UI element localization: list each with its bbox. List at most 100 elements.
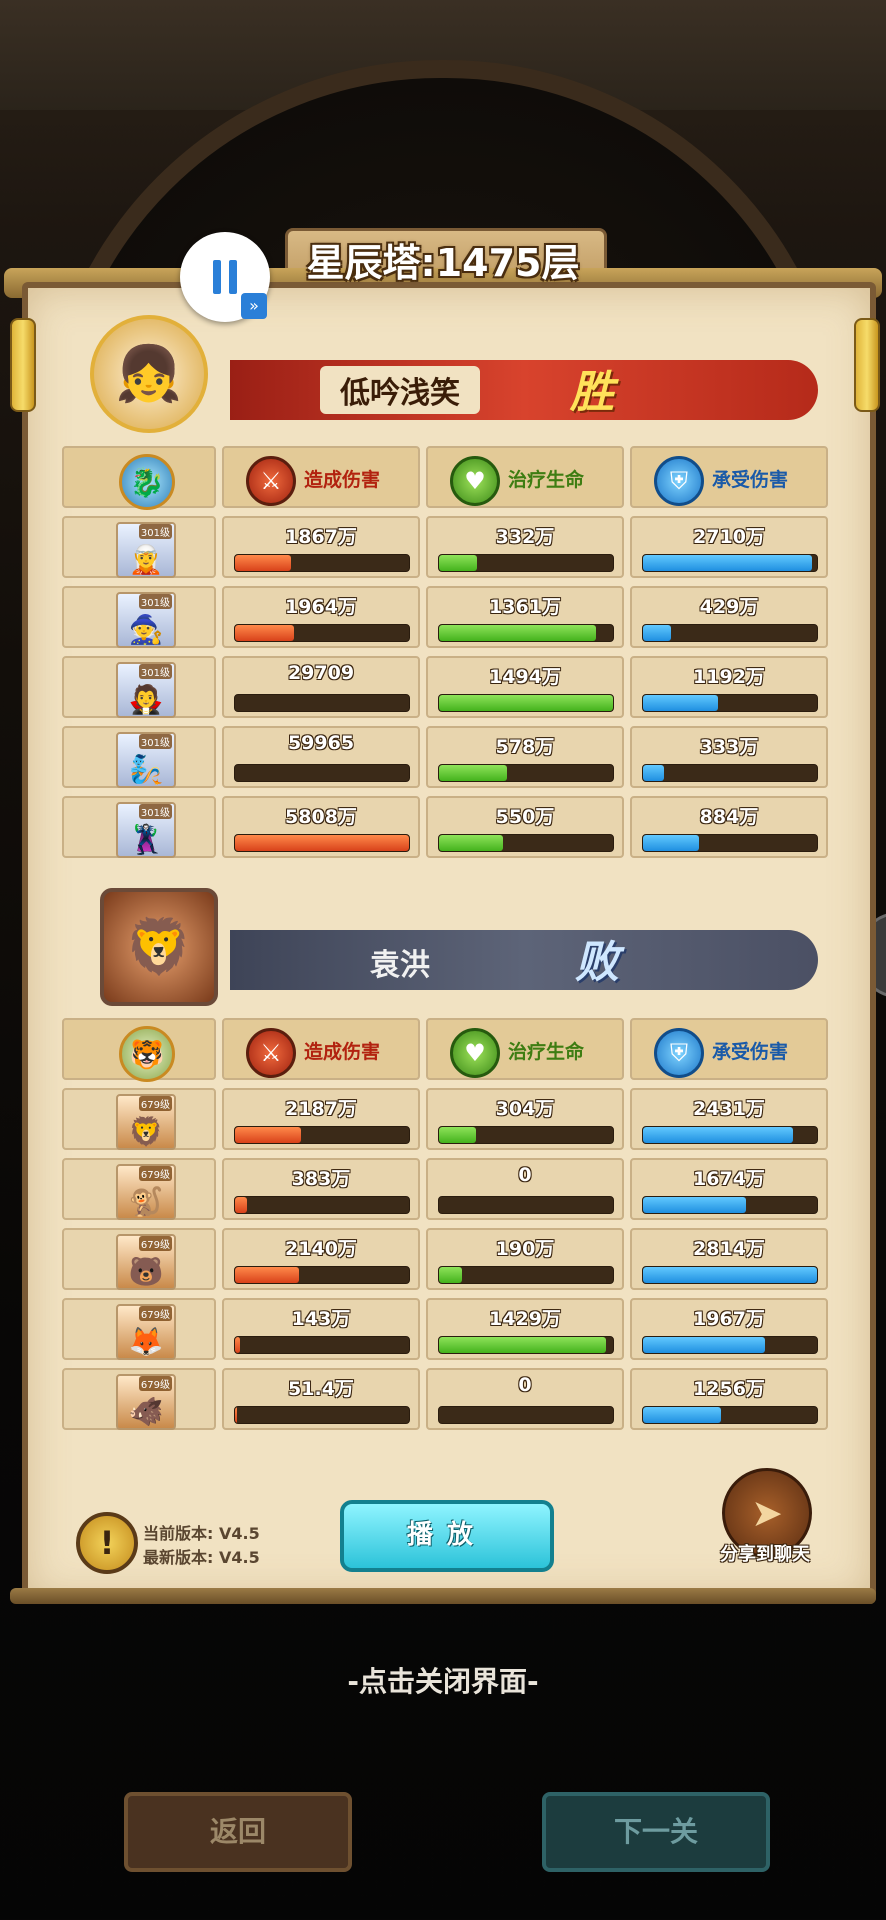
page-title: 星辰塔:1475层 [306, 241, 580, 285]
hero-level: 679级 [138, 1236, 172, 1251]
stat-bar-fill [643, 1197, 746, 1213]
stat-bar-fill [643, 625, 671, 641]
stat-cell-taken: 429万 [630, 586, 828, 648]
close-hint[interactable]: -点击关闭界面- [0, 1660, 886, 1700]
stat-bar-track [234, 694, 410, 712]
winner-avatar: 👧 [90, 315, 208, 433]
stat-bar-fill [235, 1337, 241, 1353]
stat-cell-damage: 1867万 [222, 516, 420, 578]
stat-bar-track [234, 1266, 410, 1284]
stat-bar-track [642, 1336, 818, 1354]
hero-avatar[interactable]: 🐒 679级 [116, 1164, 176, 1220]
stat-value: 143万 [291, 1308, 351, 1330]
rod-cap-right [854, 318, 880, 412]
stat-value: 0 [518, 1164, 532, 1186]
stat-bar-track [642, 554, 818, 572]
stat-bar-track [642, 834, 818, 852]
stat-cell-damage: 59965 [222, 726, 420, 788]
stat-value: 304万 [495, 1098, 555, 1120]
hero-avatar[interactable]: 🦁 679级 [116, 1094, 176, 1150]
stat-cell-damage: 383万 [222, 1158, 420, 1220]
stat-bar-track [642, 1126, 818, 1144]
hero-avatar[interactable]: 🐗 679级 [116, 1374, 176, 1430]
stat-cell-damage: 143万 [222, 1298, 420, 1360]
stat-bar-track [234, 1406, 410, 1424]
stat-value: 578万 [495, 736, 555, 758]
column-header-damage: ⚔ 造成伤害 [222, 446, 420, 508]
stat-bar-track [438, 834, 614, 852]
rod-cap-left [10, 318, 36, 412]
stat-cell-taken: 2431万 [630, 1088, 828, 1150]
hero-avatar[interactable]: 🧞 301级 [116, 732, 176, 788]
stat-bar-track [642, 624, 818, 642]
column-label: 治疗生命 [508, 469, 585, 491]
hero-avatar[interactable]: 🦊 679级 [116, 1304, 176, 1360]
fast-forward-icon[interactable]: » [241, 293, 267, 319]
stat-bar-track [438, 1266, 614, 1284]
stat-value: 884万 [699, 806, 759, 828]
lose-result: 败 [575, 937, 619, 988]
stat-value: 383万 [291, 1168, 351, 1190]
share-label: 分享到聊天 [720, 1544, 810, 1565]
hero-avatar[interactable]: 🧛 301级 [116, 662, 176, 718]
stat-bar-fill [235, 625, 295, 641]
winner-name: 低吟浅笑 [320, 366, 480, 414]
hero-cell: 🧛 301级 [62, 656, 216, 718]
stat-bar-fill [439, 835, 504, 851]
paper-plane-icon: ➤ [751, 1491, 783, 1535]
stat-value: 1192万 [693, 666, 765, 688]
stat-bar-fill [439, 625, 596, 641]
play-button[interactable]: 播放 [340, 1500, 554, 1572]
info-icon[interactable]: ! [76, 1512, 138, 1574]
stat-cell-heal: 578万 [426, 726, 624, 788]
hero-avatar[interactable]: 🐻 679级 [116, 1234, 176, 1290]
loser-banner [230, 930, 818, 990]
stat-value: 2431万 [693, 1098, 765, 1120]
heart-plus-icon: ♥ [450, 1028, 500, 1078]
stat-bar-fill [439, 1127, 476, 1143]
stat-cell-heal: 550万 [426, 796, 624, 858]
stat-value: 333万 [699, 736, 759, 758]
next-level-button[interactable]: 下一关 [542, 1792, 770, 1872]
column-label: 治疗生命 [508, 1041, 585, 1063]
team-icon-cell: 🐯 [62, 1018, 216, 1082]
hero-cell: 🦹 301级 [62, 796, 216, 858]
stat-bar-fill [643, 695, 718, 711]
hero-level: 301级 [138, 524, 172, 539]
hero-level: 301级 [138, 594, 172, 609]
stat-value: 1674万 [693, 1168, 765, 1190]
stat-bar-track [438, 1406, 614, 1424]
back-button[interactable]: 返回 [124, 1792, 352, 1872]
hero-avatar[interactable]: 🦹 301级 [116, 802, 176, 858]
stat-cell-heal: 0 [426, 1158, 624, 1220]
stat-cell-taken: 884万 [630, 796, 828, 858]
hero-avatar[interactable]: 🧙 301级 [116, 592, 176, 648]
hero-cell: 🧞 301级 [62, 726, 216, 788]
stat-value: 1867万 [285, 526, 357, 548]
stat-value: 5808万 [285, 806, 357, 828]
stat-bar-track [438, 694, 614, 712]
stat-cell-heal: 304万 [426, 1088, 624, 1150]
hero-cell: 🐒 679级 [62, 1158, 216, 1220]
stat-value: 2710万 [693, 526, 765, 548]
stat-bar-fill [439, 695, 613, 711]
stat-bar-fill [439, 1337, 607, 1353]
stat-cell-taken: 2814万 [630, 1228, 828, 1290]
stat-bar-track [234, 764, 410, 782]
column-label: 造成伤害 [304, 469, 381, 491]
stat-bar-fill [643, 1127, 793, 1143]
stat-bar-track [234, 554, 410, 572]
stat-bar-fill [643, 1407, 722, 1423]
hero-level: 301级 [138, 664, 172, 679]
stat-bar-fill [643, 1267, 817, 1283]
hero-avatar[interactable]: 🧝 301级 [116, 522, 176, 578]
column-header-taken: ⛨ 承受伤害 [630, 446, 828, 508]
stat-value: 1964万 [285, 596, 357, 618]
hero-cell: 🐗 679级 [62, 1368, 216, 1430]
winner-banner [230, 360, 818, 420]
stat-bar-track [642, 1266, 818, 1284]
stat-bar-fill [235, 1197, 248, 1213]
column-label: 承受伤害 [712, 1041, 789, 1063]
hero-level: 679级 [138, 1376, 172, 1391]
stat-cell-taken: 1967万 [630, 1298, 828, 1360]
